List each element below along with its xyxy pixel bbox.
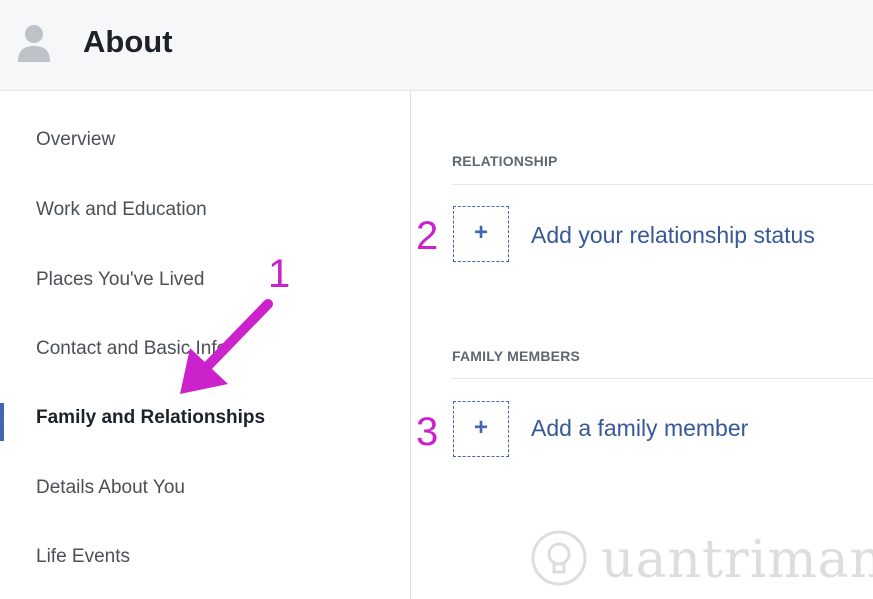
family-divider	[452, 378, 873, 379]
lightbulb-icon	[531, 530, 587, 586]
family-section-header: FAMILY MEMBERS	[452, 348, 581, 364]
add-family-member-button[interactable]: +	[453, 401, 509, 457]
sidebar-item-work-and-education[interactable]: Work and Education	[36, 198, 207, 222]
watermark-text: uantrimang	[601, 530, 873, 590]
annotation-arrow-icon	[180, 299, 273, 394]
step-2-label: 2	[416, 214, 439, 258]
add-family-member-link[interactable]: Add a family member	[531, 413, 748, 443]
relationship-section-header: RELATIONSHIP	[452, 153, 558, 169]
add-relationship-button[interactable]: +	[453, 206, 509, 262]
step-3-label: 3	[416, 410, 439, 454]
sidebar-item-places-lived[interactable]: Places You've Lived	[36, 268, 204, 292]
about-page: About Overview Work and Education Places…	[0, 0, 873, 599]
sidebar-item-life-events[interactable]: Life Events	[36, 545, 130, 569]
watermark: uantrimang	[521, 520, 873, 599]
add-relationship-link[interactable]: Add your relationship status	[531, 220, 815, 250]
page-title: About	[83, 24, 173, 59]
about-header: About	[0, 0, 873, 91]
relationship-divider	[452, 184, 873, 185]
active-indicator	[0, 403, 4, 441]
sidebar-item-details-about-you[interactable]: Details About You	[36, 476, 185, 500]
user-silhouette-icon	[18, 25, 50, 62]
sidebar-item-overview[interactable]: Overview	[36, 128, 115, 152]
